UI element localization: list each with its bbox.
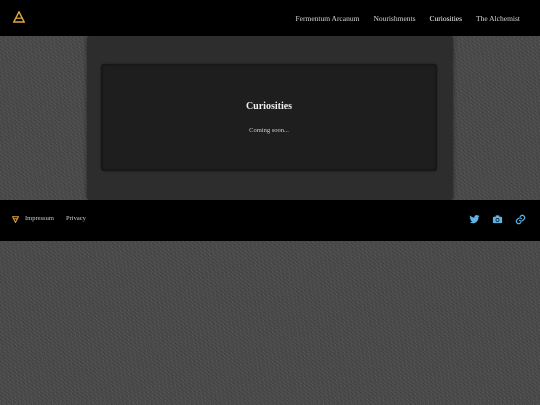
nav-link-fermentum-arcanum[interactable]: Fermentum Arcanum: [295, 14, 359, 23]
link-icon[interactable]: [515, 214, 526, 225]
twitter-icon[interactable]: [469, 214, 480, 225]
page-title: Curiosities: [245, 101, 293, 112]
nav-link-nourishments[interactable]: Nourishments: [373, 14, 415, 23]
site-header: Fermentum Arcanum Nourishments Curiositi…: [0, 0, 540, 36]
content-panel: Curiosities Coming soon...: [101, 64, 437, 171]
footer-link-impressum[interactable]: Impressum: [25, 215, 54, 222]
site-footer: Impressum Privacy: [0, 200, 540, 241]
alchemy-triangle-logo-icon[interactable]: [13, 11, 25, 23]
coming-soon-text: Coming soon...: [249, 127, 289, 134]
camera-icon[interactable]: [492, 214, 503, 225]
alchemy-triangle-footer-icon: [12, 216, 19, 223]
nav-link-the-alchemist[interactable]: The Alchemist: [476, 14, 520, 23]
content-card: Curiosities Coming soon...: [87, 36, 453, 200]
footer-link-privacy[interactable]: Privacy: [66, 215, 86, 222]
nav-link-curiosities[interactable]: Curiosities: [430, 14, 463, 23]
main-nav: Fermentum Arcanum Nourishments Curiositi…: [281, 0, 520, 36]
